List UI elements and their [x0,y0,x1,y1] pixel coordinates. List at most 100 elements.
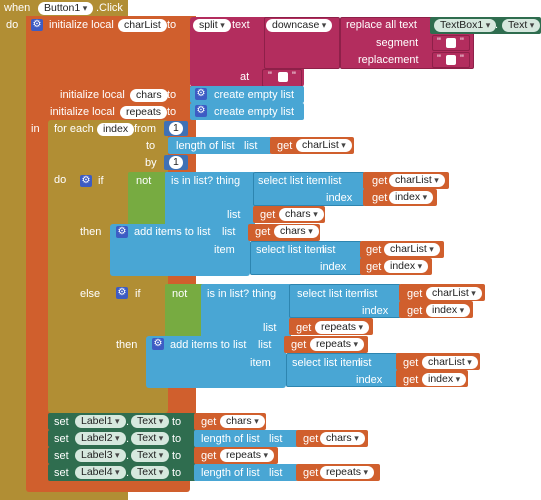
charlist-var-dropdown-5[interactable]: charList [422,356,478,369]
by-label: by [145,157,157,169]
chars-var-dropdown-4[interactable]: chars [320,432,365,445]
split-text-label: text [232,19,250,31]
select-list-label-2: list [322,244,336,256]
from-number-value[interactable]: 1 [169,122,183,135]
add-item-label-2: item [250,357,271,369]
chars-var-dropdown-2[interactable]: chars [274,225,319,238]
init-charlist-to: to [167,19,177,31]
set-label: set [54,467,69,479]
init-charlist-keyword: initialize local [49,19,114,31]
get-label: get [201,416,217,428]
close-quote: " [292,70,296,82]
if-inner-label: if [135,288,141,300]
chars-var-dropdown-3[interactable]: chars [220,415,265,428]
select-list-label-3: list [364,288,378,300]
length-of-list-label: length of list [176,140,235,152]
select-list-item-label-2: select list item [256,244,326,256]
if-inner-gear-icon[interactable]: ⚙ [116,287,128,299]
get-label: get [372,192,388,204]
length-list-label-2: list [269,433,283,445]
segment-label: segment [376,37,419,49]
get-label: get [366,244,382,256]
charlist-var-dropdown-1[interactable]: charList [296,139,352,152]
charlist-var-dropdown-2[interactable]: charList [389,174,445,187]
length-list-label-3: list [269,467,283,479]
label4-text-prop-dropdown[interactable]: Text [131,466,170,479]
textbox1-dropdown[interactable]: TextBox1 [434,19,497,32]
select-list-item-label-1: select list item [258,175,328,187]
charlist-name-field[interactable]: charList [118,19,167,32]
get-label: get [403,374,419,386]
button1-dropdown[interactable]: Button1 [38,2,94,15]
segment-value[interactable] [446,38,456,48]
length-list-label: list [244,140,258,152]
init-chars-to: to [167,89,177,101]
init-chars-keyword: initialize local [60,89,125,101]
chars-var-dropdown-1[interactable]: chars [279,208,324,221]
index-var-dropdown-4[interactable]: index [422,373,467,386]
index-var-dropdown-3[interactable]: index [426,304,471,317]
add-list-label-2: list [258,339,272,351]
get-label: get [201,450,217,462]
select-index-label-4: index [356,374,383,386]
by-number-value[interactable]: 1 [169,156,183,169]
get-label: get [303,467,319,479]
length-of-list-label-3: length of list [201,467,260,479]
add-items-gear-icon-2[interactable]: ⚙ [152,338,164,350]
if-mutator-gear-icon[interactable]: ⚙ [80,175,92,187]
repeats-var-dropdown-2[interactable]: repeats [310,338,365,351]
label3-text-prop-dropdown[interactable]: Text [131,449,170,462]
textbox-text-prop-dropdown[interactable]: Text [502,19,541,32]
open-quote: " [268,70,272,82]
label1-to: to [172,416,182,428]
label3-dot: . [126,450,130,462]
index-var-field[interactable]: index [97,123,135,136]
replacement-value[interactable] [446,55,456,65]
label4-dropdown[interactable]: Label4 [75,466,126,479]
split-dropdown[interactable]: split [193,19,231,32]
label2-dropdown[interactable]: Label2 [75,432,126,445]
label3-dropdown[interactable]: Label3 [75,449,126,462]
create-empty-list-label-2: create empty list [214,106,295,118]
repeats-var-dropdown-4[interactable]: repeats [320,466,375,479]
repeats-name-field[interactable]: repeats [120,106,168,119]
get-label: get [260,209,276,221]
charlist-var-dropdown-3[interactable]: charList [384,243,440,256]
index-var-dropdown-2[interactable]: index [384,260,429,273]
get-label: get [407,288,423,300]
is-in-list-list-label: list [227,209,241,221]
charlist-var-dropdown-4[interactable]: charList [426,287,482,300]
repeats-var-dropdown-3[interactable]: repeats [220,449,275,462]
foreach-to-label: to [146,140,156,152]
mutator-gear-icon[interactable]: ⚙ [31,19,43,31]
segment-open-quote: " [437,36,441,48]
select-index-label-1: index [326,192,353,204]
label1-text-prop-dropdown[interactable]: Text [131,415,170,428]
get-label: get [403,357,419,369]
is-in-list-list-label-2: list [263,322,277,334]
foreach-do-label: do [54,174,67,186]
repeats-var-dropdown-1[interactable]: repeats [315,321,370,334]
at-string-value[interactable] [278,72,288,82]
index-var-dropdown-1[interactable]: index [389,191,434,204]
downcase-dropdown[interactable]: downcase [266,19,333,32]
segment-close-quote: " [460,36,464,48]
replacement-label: replacement [358,54,419,66]
get-label: get [296,322,312,334]
list-mutator-gear-icon[interactable]: ⚙ [195,88,207,100]
add-item-label-1: item [214,244,235,256]
label4-to: to [172,467,182,479]
list-mutator-gear-icon-2[interactable]: ⚙ [195,105,207,117]
get-label: get [366,261,382,273]
from-label: from [134,123,156,135]
get-label: get [407,305,423,317]
event-do-label: do [6,19,19,31]
select-index-label-2: index [320,261,347,273]
chars-name-field[interactable]: chars [130,89,168,102]
select-list-item-label-4: select list item [292,357,362,369]
label4-dot: . [126,467,130,479]
label2-text-prop-dropdown[interactable]: Text [131,432,170,445]
add-items-gear-icon-1[interactable]: ⚙ [116,226,128,238]
then-inner-label: then [116,339,138,351]
label1-dropdown[interactable]: Label1 [75,415,126,428]
